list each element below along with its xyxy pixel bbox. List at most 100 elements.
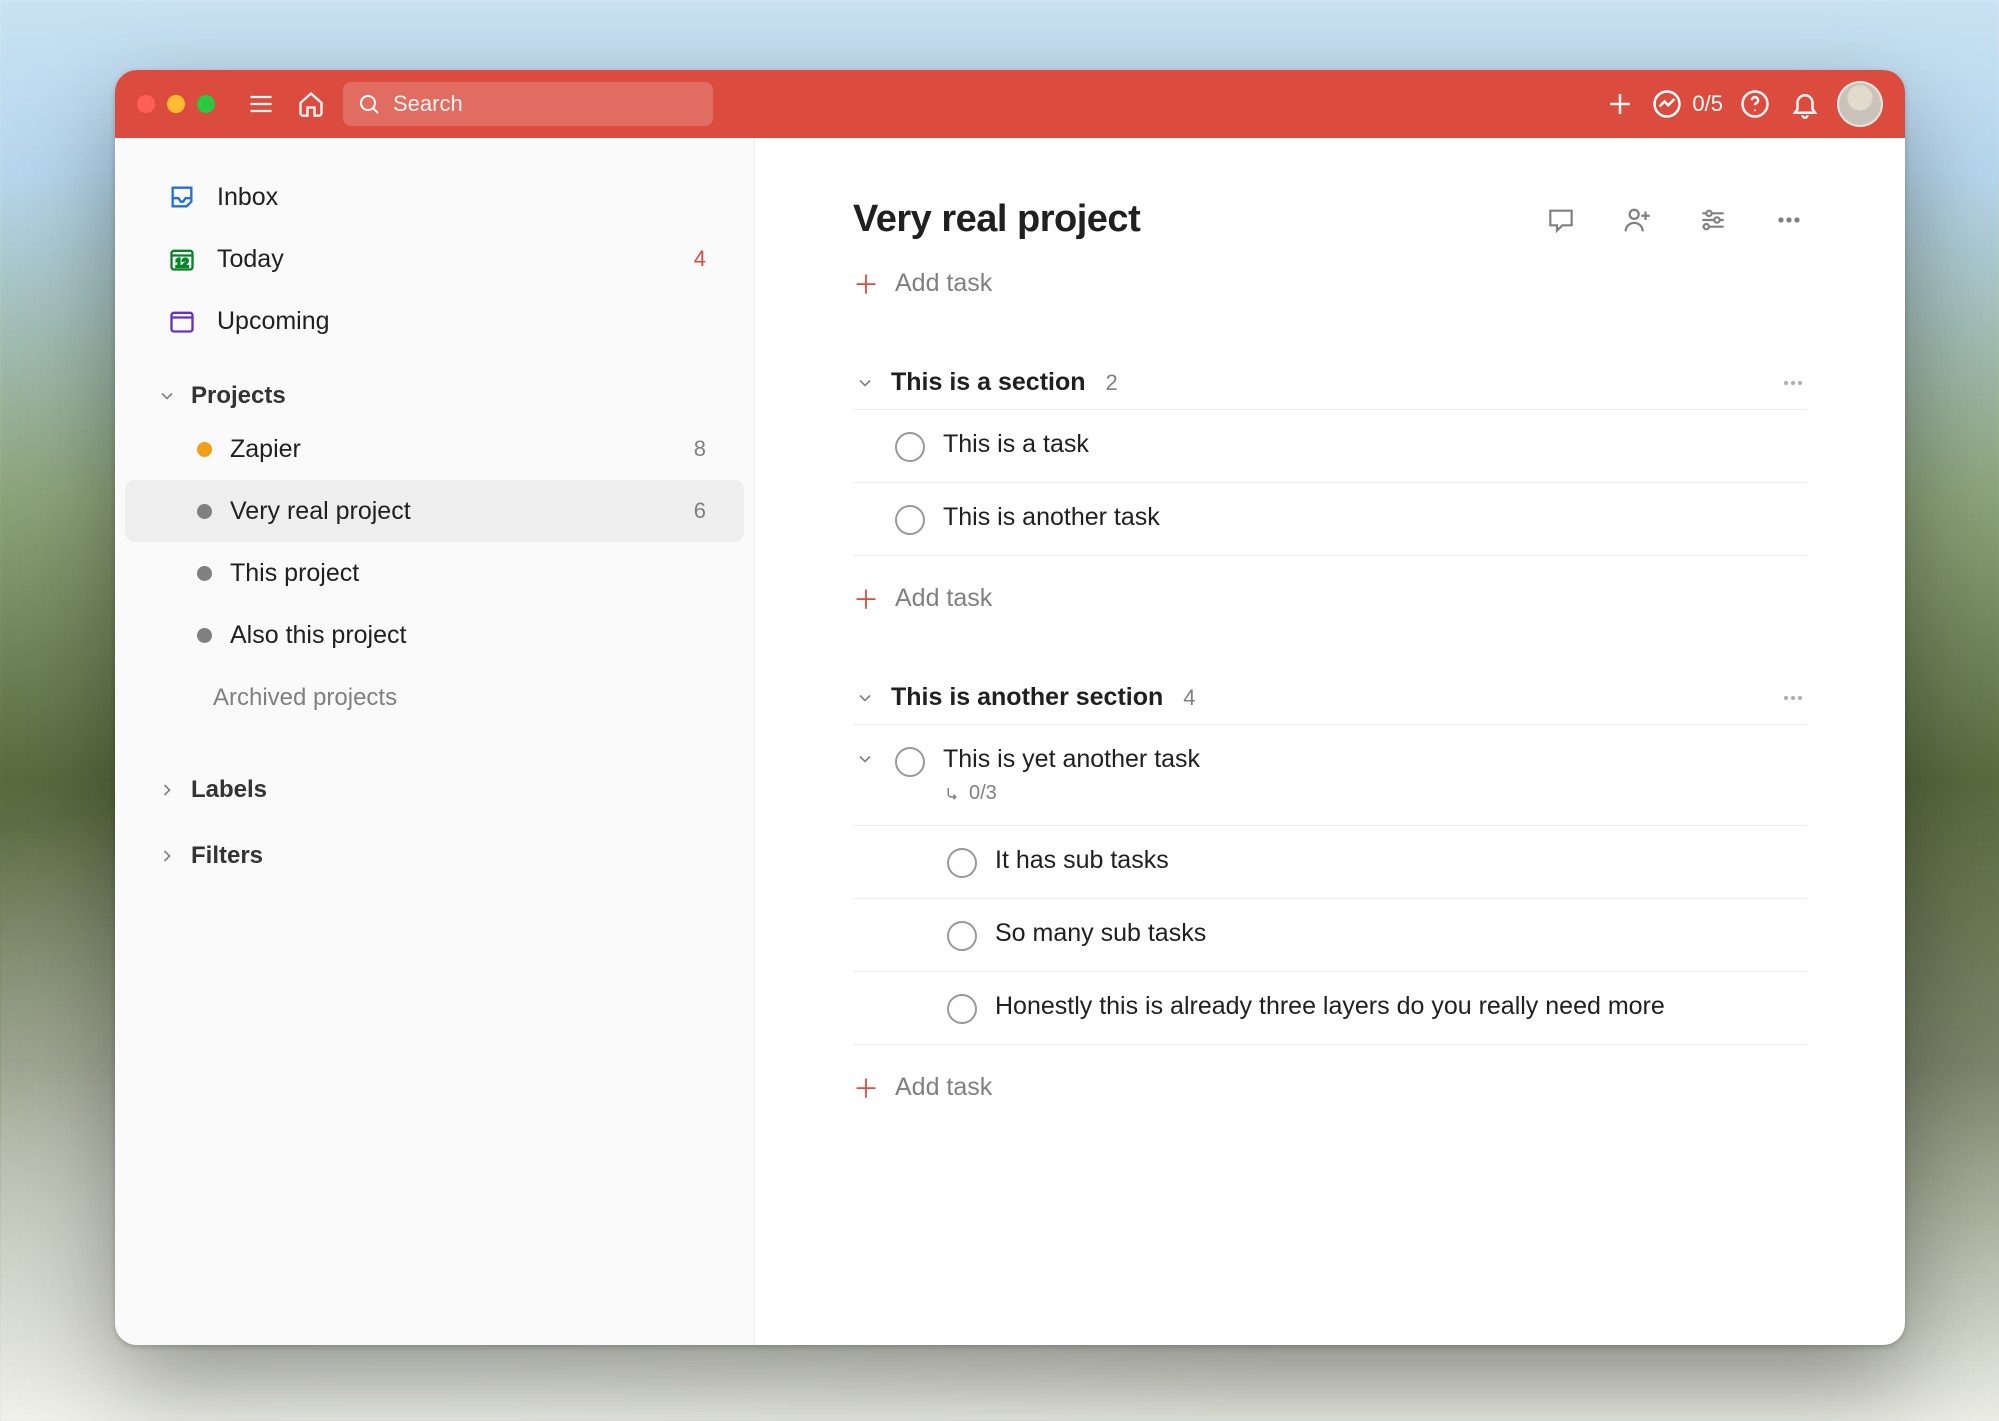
sidebar-item-project[interactable]: Also this project <box>125 604 744 666</box>
productivity-count: 0/5 <box>1692 91 1723 117</box>
project-color-dot <box>197 566 212 581</box>
sidebar-item-today[interactable]: 12 Today 4 <box>125 228 744 290</box>
top-bar: 0/5 <box>115 70 1905 138</box>
section-title: This is a section <box>891 368 1086 397</box>
archived-projects[interactable]: Archived projects <box>115 666 754 722</box>
task-title: This is yet another task <box>943 745 1807 774</box>
task-checkbox[interactable] <box>895 505 925 535</box>
today-icon: 12 <box>165 245 199 273</box>
plus-icon: ＋ <box>853 580 877 617</box>
comments-icon[interactable] <box>1543 202 1579 238</box>
sidebar-item-project[interactable]: Very real project 6 <box>125 480 744 542</box>
task-title: This is another task <box>943 503 1807 532</box>
task-checkbox[interactable] <box>947 848 977 878</box>
project-color-dot <box>197 442 212 457</box>
avatar[interactable] <box>1837 81 1883 127</box>
menu-icon[interactable] <box>243 86 279 122</box>
task-checkbox[interactable] <box>895 747 925 777</box>
search-input[interactable] <box>393 91 699 117</box>
page-title: Very real project <box>853 198 1140 241</box>
section-header[interactable]: This is a section 2 <box>853 368 1807 409</box>
task-row[interactable]: This is yet another task 0/3 <box>853 725 1807 826</box>
section-title: This is another section <box>891 683 1163 712</box>
project-count: 6 <box>694 498 706 524</box>
section-count: 4 <box>1183 685 1195 711</box>
task-checkbox[interactable] <box>895 432 925 462</box>
plus-icon: ＋ <box>853 1069 877 1106</box>
filters-header[interactable]: Filters <box>115 812 754 878</box>
labels-header[interactable]: Labels <box>115 722 754 812</box>
subtask-row[interactable]: Honestly this is already three layers do… <box>853 972 1807 1045</box>
search-icon <box>357 92 381 116</box>
subtask-row[interactable]: So many sub tasks <box>853 899 1807 972</box>
section-header[interactable]: This is another section 4 <box>853 683 1807 724</box>
share-icon[interactable] <box>1619 202 1655 238</box>
productivity-button[interactable]: 0/5 <box>1652 89 1723 119</box>
sidebar-item-project[interactable]: This project <box>125 542 744 604</box>
projects-header[interactable]: Projects <box>115 352 754 418</box>
main-panel: Very real project ＋ <box>755 138 1905 1345</box>
upcoming-icon <box>165 307 199 335</box>
task-section: This is another section 4 This is yet an… <box>853 683 1807 1116</box>
subtask-count: 0/3 <box>943 782 1807 805</box>
chevron-right-icon <box>155 846 179 866</box>
section-more-icon[interactable] <box>1779 369 1807 397</box>
task-title: This is a task <box>943 430 1807 459</box>
minimize-window-icon[interactable] <box>167 95 185 113</box>
sidebar-item-project[interactable]: Zapier 8 <box>125 418 744 480</box>
project-color-dot <box>197 628 212 643</box>
sidebar: Inbox 12 Today 4 Upcoming Projects <box>115 138 755 1345</box>
sidebar-item-upcoming[interactable]: Upcoming <box>125 290 744 352</box>
today-count: 4 <box>694 246 706 272</box>
subtask-row[interactable]: It has sub tasks <box>853 826 1807 899</box>
project-name: Very real project <box>230 497 411 526</box>
inbox-icon <box>165 183 199 211</box>
task-section: This is a section 2 This is a task This … <box>853 368 1807 627</box>
add-task-button[interactable]: ＋ Add task <box>853 241 1807 312</box>
task-checkbox[interactable] <box>947 994 977 1024</box>
task-row[interactable]: This is a task <box>853 410 1807 483</box>
window-controls <box>137 95 215 113</box>
sidebar-item-inbox[interactable]: Inbox <box>125 166 744 228</box>
view-options-icon[interactable] <box>1695 202 1731 238</box>
app-window: 0/5 Inbox 12 Today 4 <box>115 70 1905 1345</box>
more-icon[interactable] <box>1771 202 1807 238</box>
sidebar-item-label: Upcoming <box>217 307 330 336</box>
add-task-label: Add task <box>895 584 992 613</box>
add-task-label: Add task <box>895 269 992 298</box>
project-header: Very real project <box>853 198 1807 241</box>
task-row[interactable]: This is another task <box>853 483 1807 556</box>
maximize-window-icon[interactable] <box>197 95 215 113</box>
sidebar-item-label: Today <box>217 245 284 274</box>
filters-label: Filters <box>191 842 263 870</box>
add-task-label: Add task <box>895 1073 992 1102</box>
plus-icon: ＋ <box>853 265 877 302</box>
archived-label: Archived projects <box>213 684 397 711</box>
quick-add-icon[interactable] <box>1602 86 1638 122</box>
sidebar-item-label: Inbox <box>217 183 278 212</box>
svg-text:12: 12 <box>176 257 189 270</box>
add-task-button[interactable]: ＋ Add task <box>853 556 1807 627</box>
project-name: Also this project <box>230 621 406 650</box>
task-checkbox[interactable] <box>947 921 977 951</box>
chevron-down-icon[interactable] <box>853 749 877 769</box>
project-name: This project <box>230 559 359 588</box>
task-title: Honestly this is already three layers do… <box>995 992 1665 1021</box>
chevron-down-icon <box>853 688 877 708</box>
labels-label: Labels <box>191 776 267 804</box>
chevron-down-icon <box>155 386 179 406</box>
chevron-down-icon <box>853 373 877 393</box>
add-task-button[interactable]: ＋ Add task <box>853 1045 1807 1116</box>
project-count: 8 <box>694 436 706 462</box>
section-more-icon[interactable] <box>1779 684 1807 712</box>
search-box[interactable] <box>343 82 713 126</box>
close-window-icon[interactable] <box>137 95 155 113</box>
task-title: So many sub tasks <box>995 919 1206 948</box>
notifications-icon[interactable] <box>1787 86 1823 122</box>
help-icon[interactable] <box>1737 86 1773 122</box>
productivity-icon <box>1652 89 1682 119</box>
project-color-dot <box>197 504 212 519</box>
home-icon[interactable] <box>293 86 329 122</box>
task-title: It has sub tasks <box>995 846 1169 875</box>
chevron-right-icon <box>155 780 179 800</box>
